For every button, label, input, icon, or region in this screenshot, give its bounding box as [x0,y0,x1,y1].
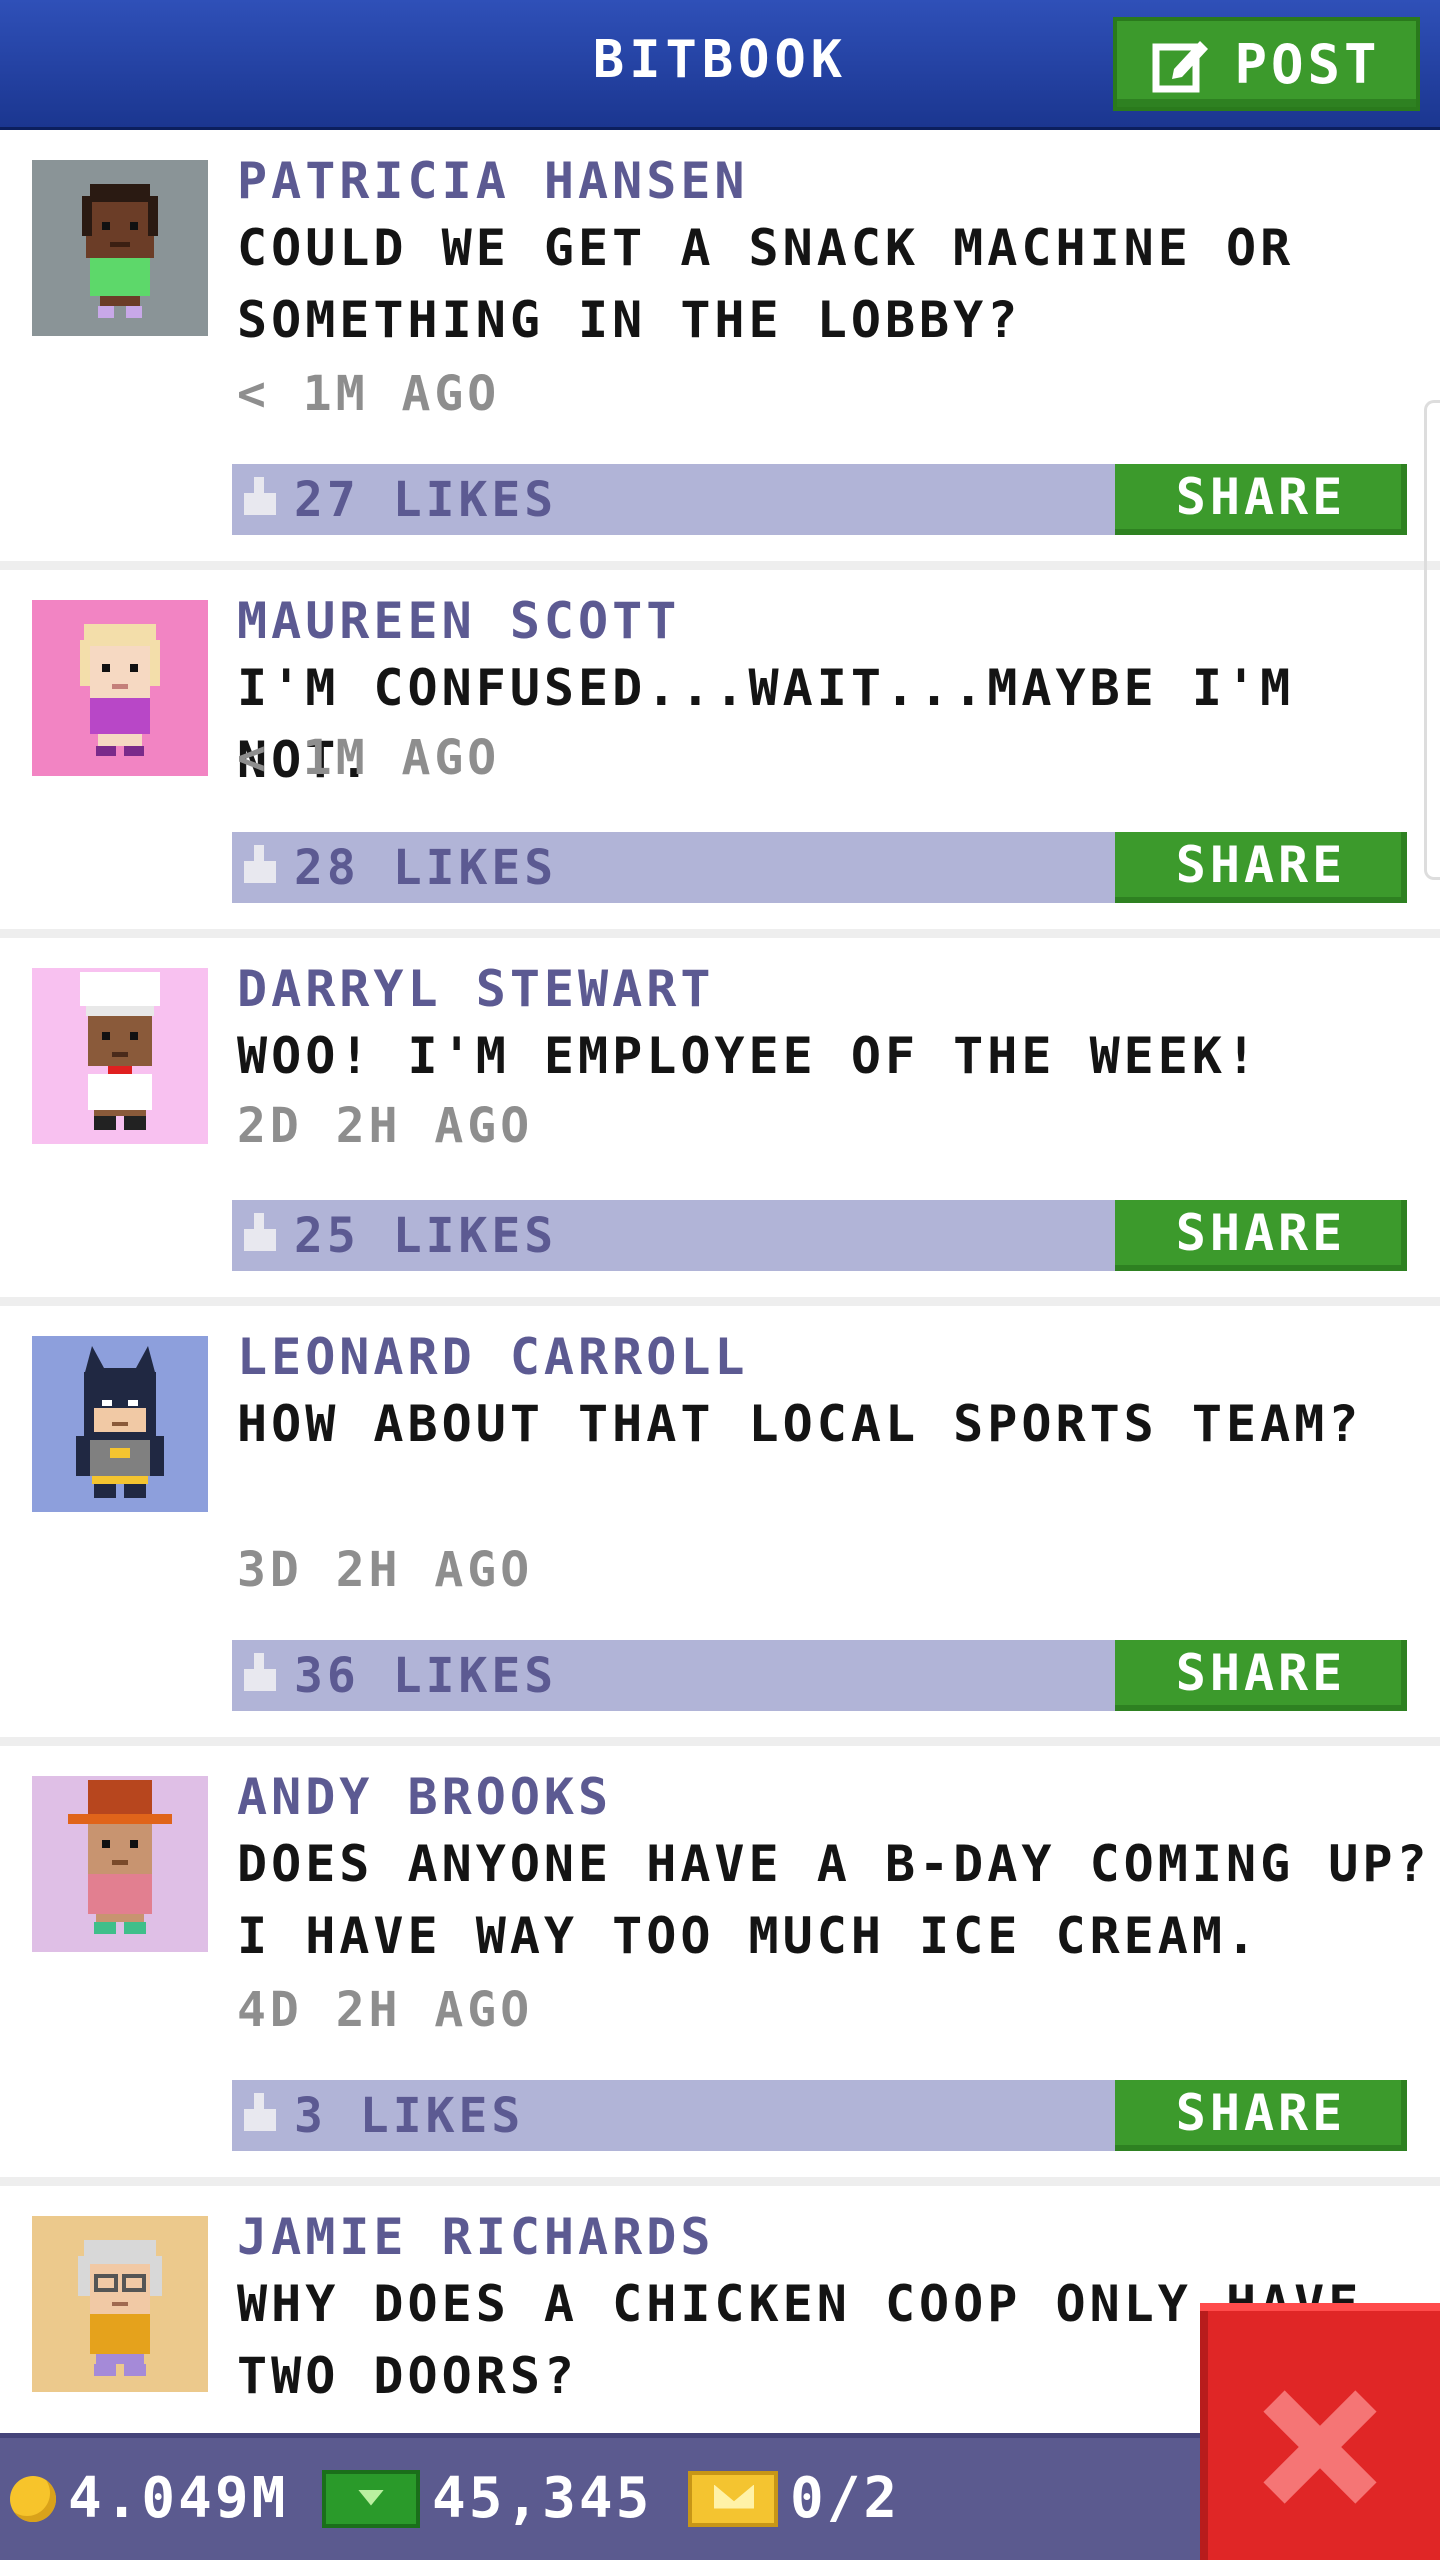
person-icon [32,1336,208,1512]
share-button[interactable]: SHARE [1115,2080,1407,2151]
coin-icon [10,2475,56,2522]
post-time: < 1M AGO [237,366,501,422]
post-author[interactable]: DARRYL STEWART [237,960,714,1018]
likes-count: 27 LIKES [294,472,558,528]
compose-icon [1152,35,1210,93]
post-author[interactable]: MAUREEN SCOTT [237,592,680,650]
person-icon [32,160,208,336]
avatar [32,2216,208,2392]
likes-count: 36 LIKES [294,1648,558,1704]
like-button[interactable]: 25 LIKES [244,1208,557,1264]
like-button[interactable]: 3 LIKES [244,2088,524,2144]
likes-count: 28 LIKES [294,840,558,896]
likes-bar: 25 LIKES SHARE [232,1200,1407,1271]
like-button[interactable]: 36 LIKES [244,1648,557,1704]
post-button[interactable]: POST [1113,17,1420,111]
avatar [32,600,208,776]
post-author[interactable]: PATRICIA HANSEN [237,152,749,210]
feed-post: MAUREEN SCOTT I'M CONFUSED...WAIT...MAYB… [0,570,1440,938]
post-time: < 1M AGO [237,730,501,786]
close-icon [1255,2382,1385,2512]
person-icon [32,968,208,1144]
scrollbar[interactable] [1424,400,1440,880]
bux-icon [322,2469,420,2528]
feed-post: ANDY BROOKS DOES ANYONE HAVE A B-DAY COM… [0,1746,1440,2186]
avatar [32,1776,208,1952]
person-icon [32,600,208,776]
feed-post: DARRYL STEWART WOO! I'M EMPLOYEE OF THE … [0,938,1440,1306]
avatar [32,1336,208,1512]
tickets-value: 0/2 [790,2466,901,2531]
post-author[interactable]: ANDY BROOKS [237,1768,612,1826]
coins-counter: 4.049M [10,2466,288,2531]
coins-value: 4.049M [68,2466,289,2531]
tickets-counter: 0/2 [688,2466,900,2531]
share-button[interactable]: SHARE [1115,1200,1407,1271]
like-button[interactable]: 28 LIKES [244,840,557,896]
post-author[interactable]: JAMIE RICHARDS [237,2208,714,2266]
feed-post: PATRICIA HANSEN COULD WE GET A SNACK MAC… [0,130,1440,570]
post-message: HOW ABOUT THAT LOCAL SPORTS TEAM? [237,1395,1363,1453]
likes-count: 3 LIKES [294,2088,525,2144]
feed-post: LEONARD CARROLL HOW ABOUT THAT LOCAL SPO… [0,1306,1440,1746]
close-button[interactable] [1200,2303,1440,2560]
likes-bar: 36 LIKES SHARE [232,1640,1407,1711]
likes-count: 25 LIKES [294,1208,558,1264]
bux-counter: 45,345 [322,2466,652,2531]
post-message: COULD WE GET A SNACK MACHINE OR SOMETHIN… [237,219,1295,349]
share-button[interactable]: SHARE [1115,1640,1407,1711]
thumbs-up-icon [244,845,276,883]
likes-bar: 27 LIKES SHARE [232,464,1407,535]
post-time: 2D 2H AGO [237,1098,534,1154]
share-button[interactable]: SHARE [1115,832,1407,903]
post-time: 3D 2H AGO [237,1542,534,1598]
thumbs-up-icon [244,1653,276,1691]
likes-bar: 28 LIKES SHARE [232,832,1407,903]
ticket-icon [688,2470,778,2527]
avatar [32,968,208,1144]
person-icon [32,1776,208,1952]
top-bar: BITBOOK POST [0,0,1440,130]
thumbs-up-icon [244,2093,276,2131]
post-message: WOO! I'M EMPLOYEE OF THE WEEK! [237,1027,1261,1085]
post-author[interactable]: LEONARD CARROLL [237,1328,749,1386]
thumbs-up-icon [244,1213,276,1251]
thumbs-up-icon [244,477,276,515]
likes-bar: 3 LIKES SHARE [232,2080,1407,2151]
avatar [32,160,208,336]
like-button[interactable]: 27 LIKES [244,472,557,528]
share-button[interactable]: SHARE [1115,464,1407,535]
bux-value: 45,345 [432,2466,653,2531]
post-time: 4D 2H AGO [237,1982,534,2038]
post-button-label: POST [1234,32,1381,96]
post-message: DOES ANYONE HAVE A B-DAY COMING UP? I HA… [237,1835,1431,1965]
feed: PATRICIA HANSEN COULD WE GET A SNACK MAC… [0,130,1440,2446]
person-icon [32,2216,208,2392]
